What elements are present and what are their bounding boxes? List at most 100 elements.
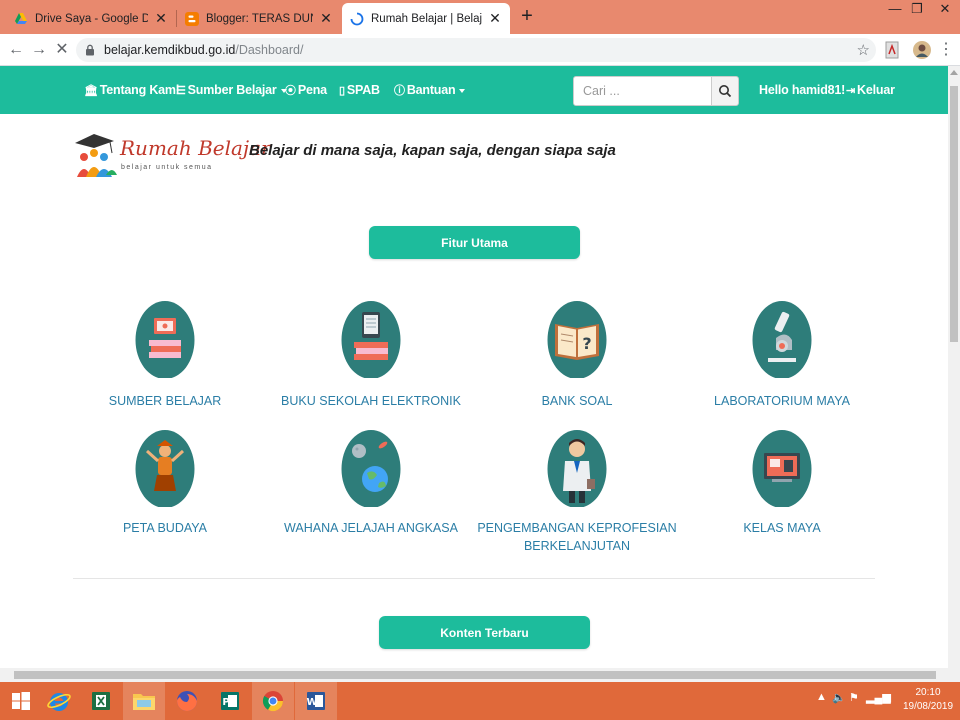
nav-spab[interactable]: ▯ SPAB	[339, 66, 380, 114]
url-host: belajar.kemdikbud.go.id	[104, 43, 236, 57]
close-tab-icon[interactable]: ✕	[488, 10, 502, 27]
tab-blogger[interactable]: Blogger: TERAS DUNIA PENDIDIKAN ✕	[177, 3, 341, 34]
tab-title: Rumah Belajar | Belajar Untuk Semua	[371, 12, 482, 25]
site-navbar: 🏛 Tentang Kami ☰ Sumber Belajar ⦿ Pena ▯ SPA…	[0, 66, 948, 114]
taskbar-clock[interactable]: 20:10 19/08/2019	[899, 686, 957, 714]
feature-pengembangan-keprofesian[interactable]: PENGEMBANGAN KEPROFESIAN BERKELANJUTAN	[477, 429, 677, 559]
taskbar-excel[interactable]	[80, 682, 122, 720]
clock-time: 20:10	[915, 687, 941, 698]
loading-spinner-icon	[350, 12, 364, 25]
info-icon: ⓘ	[394, 85, 405, 97]
list-icon: ☰	[176, 85, 186, 97]
url-path: /Dashboard/	[235, 43, 304, 57]
feature-label: PENGEMBANGAN KEPROFESIAN BERKELANJUTAN	[477, 521, 677, 553]
forward-icon[interactable]: →	[27, 38, 51, 62]
browser-toolbar: ← → ✕ belajar.kemdikbud.go.id/Dashboard/…	[0, 34, 960, 66]
search-button[interactable]	[711, 76, 739, 106]
nav-label: Bantuan	[406, 83, 456, 97]
new-tab-button[interactable]: +	[517, 5, 537, 28]
feature-buku-sekolah-elektronik[interactable]: BUKU SEKOLAH ELEKTRONIK	[271, 300, 471, 410]
nav-bantuan[interactable]: ⓘ Bantuan	[394, 66, 466, 114]
horizontal-scrollbar[interactable]	[0, 668, 960, 682]
feature-label: LABORATORIUM MAYA	[714, 394, 850, 408]
svg-text:?: ?	[582, 334, 591, 353]
section-divider	[73, 578, 875, 579]
classroom-icon	[752, 430, 812, 507]
nav-pena[interactable]: ⦿ Pena	[285, 66, 327, 114]
teacher-icon	[547, 430, 607, 507]
planet-icon	[341, 430, 401, 507]
bookmark-star-icon[interactable]: ☆	[857, 41, 870, 59]
clock-date: 19/08/2019	[902, 701, 954, 712]
scrollbar-thumb[interactable]	[14, 671, 936, 679]
close-tab-icon[interactable]: ✕	[154, 10, 168, 27]
close-window-button[interactable]: ✕	[930, 0, 960, 20]
tab-rumah-belajar[interactable]: Rumah Belajar | Belajar Untuk Semua ✕	[342, 3, 510, 34]
taskbar-word[interactable]: W	[295, 682, 337, 720]
svg-text:W: W	[306, 697, 317, 708]
feature-laboratorium-maya[interactable]: LABORATORIUM MAYA	[682, 300, 882, 410]
nav-label: SPAB	[346, 83, 380, 97]
chrome-menu-icon[interactable]: ⋮	[934, 38, 958, 62]
logout-link[interactable]: ⇥ Keluar	[846, 66, 895, 114]
taskbar-publisher[interactable]: P	[209, 682, 251, 720]
maximize-button[interactable]: ❐	[902, 0, 932, 20]
dancer-icon	[135, 430, 195, 507]
ebook-tablet-icon	[341, 301, 401, 378]
search-icon	[719, 85, 732, 98]
firefox-icon	[177, 691, 197, 711]
feature-peta-budaya[interactable]: PETA BUDAYA	[65, 429, 265, 539]
battery-icon[interactable]: ▯	[886, 691, 892, 704]
internet-explorer-icon	[47, 693, 71, 711]
vertical-scrollbar[interactable]	[948, 66, 960, 668]
feature-kelas-maya[interactable]: KELAS MAYA	[682, 429, 882, 539]
profile-avatar-icon[interactable]	[912, 40, 932, 60]
word-icon: W	[306, 692, 325, 710]
feature-bank-soal[interactable]: ? BANK SOAL	[477, 300, 677, 410]
sign-out-icon: ⇥	[846, 85, 856, 97]
feature-label: SUMBER BELAJAR	[108, 394, 222, 408]
close-tab-icon[interactable]: ✕	[319, 10, 333, 27]
konten-terbaru-button[interactable]: Konten Terbaru	[379, 616, 590, 649]
logout-label: Keluar	[857, 83, 895, 97]
stop-icon[interactable]: ✕	[50, 38, 74, 62]
google-drive-icon	[15, 12, 27, 24]
nav-label: Tentang Kami	[99, 83, 180, 97]
scrollbar-thumb[interactable]	[950, 86, 958, 342]
feature-label: WAHANA JELAJAH ANGKASA	[284, 521, 458, 535]
feature-sumber-belajar[interactable]: SUMBER BELAJAR	[65, 300, 265, 410]
institution-icon: 🏛	[84, 85, 98, 97]
feature-label: BANK SOAL	[541, 394, 613, 408]
feature-label: PETA BUDAYA	[122, 521, 208, 535]
question-book-icon: ?	[547, 301, 607, 378]
user-greeting[interactable]: Hello hamid81!	[759, 66, 845, 114]
books-monitor-icon	[135, 301, 195, 378]
show-hidden-icons-icon[interactable]: ▲	[816, 691, 827, 703]
nav-label: Pena	[297, 83, 327, 97]
taskbar-chrome[interactable]	[252, 682, 294, 720]
nav-sumber-belajar[interactable]: ☰ Sumber Belajar	[176, 66, 287, 114]
scroll-up-arrow-icon[interactable]	[950, 70, 958, 75]
taskbar-internet-explorer[interactable]	[38, 682, 80, 720]
chrome-icon	[262, 691, 284, 712]
feature-wahana-jelajah-angkasa[interactable]: WAHANA JELAJAH ANGKASA	[271, 429, 471, 539]
logo-subtitle: belajar untuk semua	[121, 164, 213, 171]
lock-icon	[86, 44, 94, 56]
search-input[interactable]	[573, 76, 712, 106]
address-bar[interactable]: belajar.kemdikbud.go.id/Dashboard/ ☆	[76, 38, 876, 62]
caret-down-icon	[459, 88, 466, 93]
feature-label: KELAS MAYA	[743, 521, 821, 535]
tab-google-drive[interactable]: Drive Saya - Google Drive ✕	[6, 3, 176, 34]
folder-icon	[133, 694, 155, 710]
start-button[interactable]	[0, 682, 42, 720]
taskbar-file-explorer[interactable]	[123, 682, 165, 720]
volume-icon[interactable]: 🔈	[832, 691, 846, 704]
nav-tentang-kami[interactable]: 🏛 Tentang Kami	[84, 66, 179, 114]
flag-icon[interactable]: ⚑	[849, 691, 859, 704]
browser-tab-strip: Drive Saya - Google Drive ✕ Blogger: TER…	[0, 0, 960, 34]
pdf-extension-icon[interactable]	[882, 40, 902, 60]
back-icon[interactable]: ←	[4, 38, 28, 62]
blogger-icon	[185, 11, 199, 26]
taskbar-firefox[interactable]	[166, 682, 208, 720]
fitur-utama-button[interactable]: Fitur Utama	[369, 226, 580, 259]
